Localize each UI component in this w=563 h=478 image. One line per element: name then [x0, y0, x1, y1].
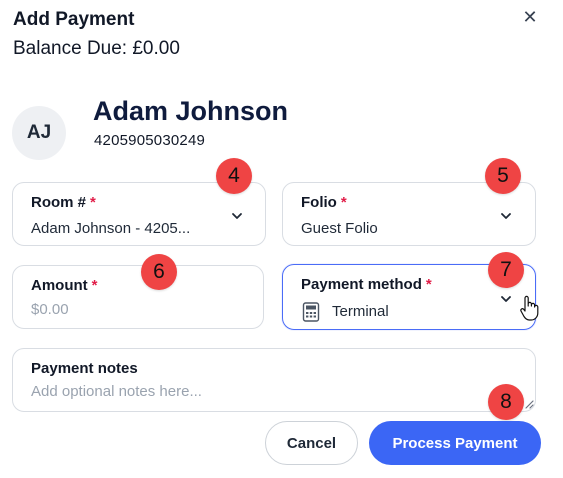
payment-method-value: Terminal	[332, 303, 389, 320]
chevron-down-icon	[501, 296, 511, 302]
process-payment-button[interactable]: Process Payment	[369, 421, 541, 465]
amount-label: Amount	[31, 277, 88, 294]
room-label: Room #	[31, 194, 87, 211]
required-asterisk: *	[91, 277, 98, 294]
folio-value: Guest Folio	[301, 220, 378, 237]
step-marker-5: 5	[485, 158, 521, 194]
step-marker-6: 6	[141, 254, 177, 290]
chevron-down-icon	[232, 213, 242, 219]
amount-input[interactable]: $0.00	[31, 301, 69, 318]
terminal-icon	[302, 302, 320, 322]
avatar-initials: AJ	[26, 122, 52, 143]
required-asterisk: *	[340, 194, 347, 211]
folio-label: Folio	[301, 194, 337, 211]
payment-notes-field[interactable]: Payment notes Add optional notes here...	[12, 348, 536, 412]
guest-id: 4205905030249	[94, 132, 206, 149]
cancel-button[interactable]: Cancel	[265, 421, 358, 465]
room-value: Adam Johnson - 4205...	[31, 220, 191, 237]
step-marker-7: 7	[488, 252, 524, 288]
guest-name: Adam Johnson	[93, 96, 289, 126]
avatar: AJ	[12, 106, 66, 160]
payment-notes-input[interactable]: Add optional notes here...	[31, 383, 202, 400]
amount-field[interactable]: Amount * $0.00	[12, 265, 264, 329]
dialog-title: Add Payment	[13, 9, 135, 30]
step-marker-4: 4	[216, 158, 252, 194]
payment-method-label: Payment method	[301, 276, 422, 293]
close-icon[interactable]: ✕	[519, 6, 541, 28]
balance-due: Balance Due: £0.00	[13, 38, 180, 59]
hand-cursor-icon	[520, 295, 539, 321]
step-marker-8: 8	[488, 384, 524, 420]
payment-notes-label: Payment notes	[31, 360, 138, 377]
required-asterisk: *	[90, 194, 96, 211]
required-asterisk: *	[425, 276, 432, 293]
chevron-down-icon	[501, 213, 511, 219]
resize-handle-icon[interactable]	[524, 399, 534, 409]
